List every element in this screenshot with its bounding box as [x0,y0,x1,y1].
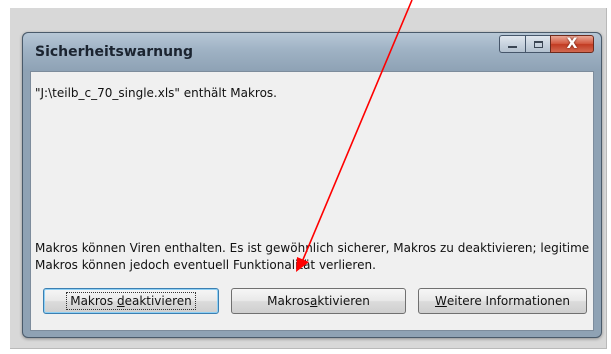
enable-macros-button[interactable]: Makros a ktivieren [231,288,406,314]
accelerator-key: a [310,294,318,308]
button-label-post: ktivieren [317,294,370,308]
dialog-body: "J:\teilb_c_70_single.xls" enthält Makro… [30,71,594,331]
button-label-post: eaktivieren [124,294,192,308]
focus-rect: Makros deaktivieren [66,292,196,310]
accelerator-key: d [116,294,125,308]
maximize-button[interactable] [525,35,550,53]
button-label-pre: Makros [70,294,117,308]
title-bar[interactable]: Sicherheitswarnung X [23,33,601,71]
window-controls: X [499,35,594,55]
more-information-button[interactable]: Weitere Informationen [418,288,587,314]
accelerator-key: W [435,294,447,308]
disable-macros-button[interactable]: Makros deaktivieren [43,288,219,314]
file-message: "J:\teilb_c_70_single.xls" enthält Makro… [35,86,277,100]
dialog-title: Sicherheitswarnung [35,44,194,60]
minimize-icon [508,46,517,48]
maximize-icon [533,40,543,48]
close-button[interactable]: X [550,35,594,53]
security-warning-dialog: Sicherheitswarnung X "J:\teilb_c_70_sing… [22,32,602,338]
close-icon: X [566,36,578,52]
warning-text: Makros können Viren enthalten. Es ist ge… [35,241,590,272]
minimize-button[interactable] [499,35,525,53]
button-label-pre: Makros [267,294,311,308]
button-label-post: eitere Informationen [446,294,570,308]
